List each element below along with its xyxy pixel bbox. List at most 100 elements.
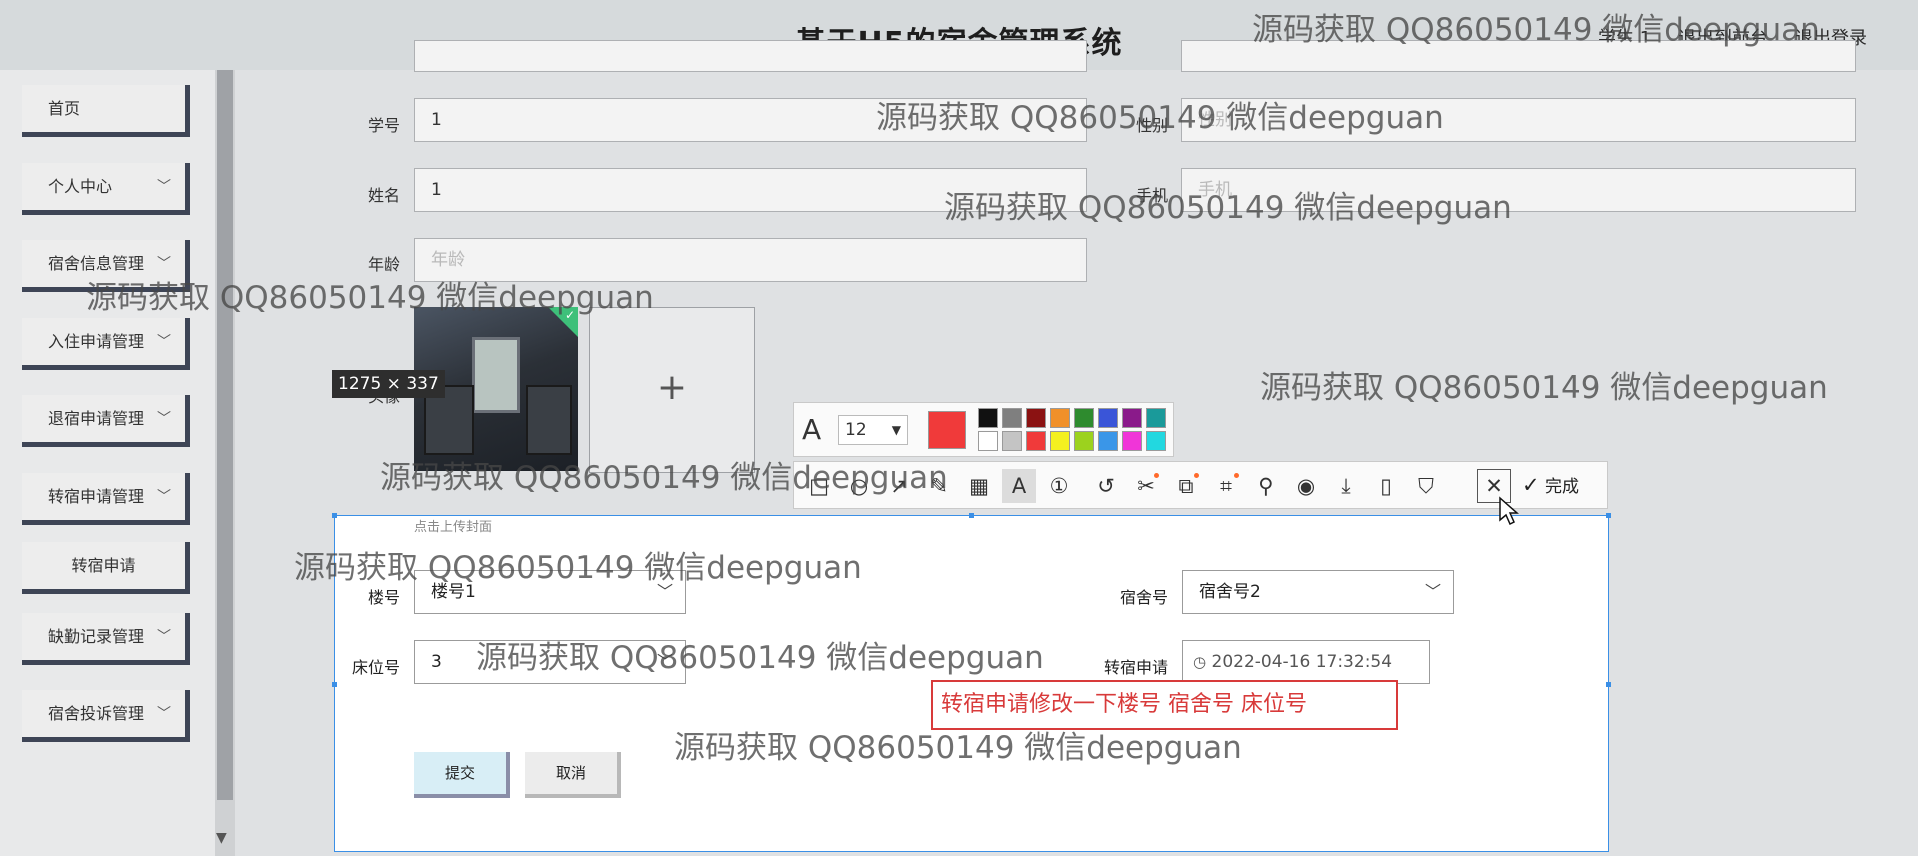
bed-label: 床位号 <box>352 658 401 677</box>
photo-window <box>472 337 520 413</box>
resize-handle[interactable] <box>969 513 974 518</box>
student-id-label: 学号 <box>367 116 400 135</box>
sidebar-item-label: 缺勤记录管理 <box>48 627 145 646</box>
cancel-button[interactable]: 取消 <box>525 752 621 798</box>
phone-icon[interactable]: ▯ <box>1369 469 1403 503</box>
submit-button[interactable]: 提交 <box>414 752 510 798</box>
upload-button[interactable]: + <box>589 307 755 473</box>
color-swatch[interactable] <box>978 408 998 428</box>
color-swatch[interactable] <box>1050 408 1070 428</box>
chevron-down-icon: ﹀ <box>157 706 171 722</box>
name-label: 姓名 <box>367 186 400 205</box>
watermark: 源码获取 QQ86050149 微信deepguan <box>476 640 1044 676</box>
watermark: 源码获取 QQ86050149 微信deepguan <box>674 730 1242 766</box>
scissors-icon[interactable]: ✂ <box>1129 469 1163 503</box>
building-label: 楼号 <box>368 588 401 607</box>
dropdown-arrow-icon: ▼ <box>891 423 901 437</box>
chevron-down-icon: ﹀ <box>157 334 171 350</box>
sidebar-item-label: 宿舍投诉管理 <box>48 704 145 723</box>
ocr-icon[interactable]: ⧉ <box>1169 469 1203 503</box>
plus-icon: + <box>656 367 688 408</box>
color-swatch[interactable] <box>1098 431 1118 451</box>
sidebar-item-transfer-mgmt[interactable]: 转宿申请管理 ﹀ <box>22 473 190 525</box>
room-select[interactable]: 宿舍号2 ﹀ <box>1182 570 1454 614</box>
chevron-down-icon: ﹀ <box>157 629 171 645</box>
mouse-cursor-icon <box>1499 496 1519 526</box>
sidebar-item-label: 首页 <box>48 99 81 118</box>
scan-icon[interactable]: ⌗ <box>1209 469 1243 503</box>
watermark: 源码获取 QQ86050149 微信deepguan <box>86 280 654 316</box>
mosaic-tool-icon[interactable]: ▦ <box>962 469 996 503</box>
photo-bed-right <box>526 385 572 455</box>
text-tool-icon[interactable]: A <box>1002 469 1036 503</box>
scroll-down-icon[interactable]: ▼ <box>216 830 227 846</box>
sidebar-item-label: 个人中心 <box>48 177 113 196</box>
top-field-partial[interactable] <box>414 40 1087 72</box>
color-swatch[interactable] <box>1074 431 1094 451</box>
current-color-swatch[interactable] <box>928 411 966 449</box>
done-label: 完成 <box>1545 477 1580 497</box>
sidebar-item-complaint[interactable]: 宿舍投诉管理 ﹀ <box>22 690 190 742</box>
color-swatch[interactable] <box>1026 408 1046 428</box>
color-swatch[interactable] <box>1146 431 1166 451</box>
sidebar-item-label: 宿舍信息管理 <box>48 254 145 273</box>
watermark: 源码获取 QQ86050149 微信deepguan <box>1252 12 1820 48</box>
color-swatch[interactable] <box>1026 431 1046 451</box>
watermark: 源码获取 QQ86050149 微信deepguan <box>944 190 1512 226</box>
watermark: 源码获取 QQ86050149 微信deepguan <box>380 460 948 496</box>
sidebar-item-label: 退宿申请管理 <box>48 409 145 428</box>
color-swatch[interactable] <box>1146 408 1166 428</box>
annotation-palette: A 12 ▼ <box>793 402 1174 457</box>
chevron-down-icon: ﹀ <box>157 411 171 427</box>
sidebar-item-label: 转宿申请 <box>71 556 136 575</box>
color-swatch[interactable] <box>1098 408 1118 428</box>
chevron-down-icon: ﹀ <box>1424 582 1441 601</box>
room-value: 宿舍号2 <box>1199 582 1261 602</box>
room-label: 宿舍号 <box>1120 588 1169 607</box>
color-swatch[interactable] <box>1002 408 1022 428</box>
color-swatch[interactable] <box>1050 431 1070 451</box>
number-tool-icon[interactable]: ① <box>1042 469 1076 503</box>
sidebar-item-label: 转宿申请管理 <box>48 487 145 506</box>
sidebar-item-profile[interactable]: 个人中心 ﹀ <box>22 163 190 215</box>
bookmark-icon[interactable]: ⛉ <box>1409 469 1443 503</box>
record-icon[interactable]: ◉ <box>1289 469 1323 503</box>
undo-icon[interactable]: ↺ <box>1089 469 1123 503</box>
color-swatch[interactable] <box>1122 431 1142 451</box>
resize-handle[interactable] <box>1606 513 1611 518</box>
sidebar-item-checkin[interactable]: 入住申请管理 ﹀ <box>22 318 190 370</box>
upload-hint: 点击上传封面 <box>414 520 493 535</box>
chevron-down-icon: ﹀ <box>157 179 171 195</box>
check-icon: ✓ <box>1522 473 1540 497</box>
transfer-label: 转宿申请 <box>1104 658 1169 677</box>
color-swatch[interactable] <box>1122 408 1142 428</box>
font-size-value: 12 <box>845 420 867 440</box>
sidebar-item-checkout[interactable]: 退宿申请管理 ﹀ <box>22 395 190 447</box>
sidebar-item-transfer-apply[interactable]: 转宿申请 <box>22 542 190 594</box>
clock-icon: ◷ <box>1193 653 1207 671</box>
resize-handle[interactable] <box>1606 682 1611 687</box>
color-swatch[interactable] <box>1074 408 1094 428</box>
done-button[interactable]: ✓ 完成 <box>1522 472 1579 497</box>
pin-icon[interactable]: ⚲ <box>1249 469 1283 503</box>
color-swatch[interactable] <box>1002 431 1022 451</box>
watermark: 源码获取 QQ86050149 微信deepguan <box>876 100 1444 136</box>
font-size-select[interactable]: 12 ▼ <box>838 415 908 445</box>
sidebar-scroll-thumb[interactable] <box>217 70 233 800</box>
transfer-date-value: 2022-04-16 17:32:54 <box>1211 652 1393 672</box>
selection-size-label: 1275 × 337 <box>332 370 445 398</box>
color-swatch[interactable] <box>978 431 998 451</box>
download-icon[interactable]: ⤓ <box>1329 469 1363 503</box>
watermark: 源码获取 QQ86050149 微信deepguan <box>294 550 862 586</box>
transfer-date-field[interactable]: ◷ 2022-04-16 17:32:54 <box>1182 640 1430 684</box>
chevron-down-icon: ﹀ <box>157 489 171 505</box>
resize-handle[interactable] <box>332 682 337 687</box>
sidebar-item-label: 入住申请管理 <box>48 332 145 351</box>
sidebar-item-home[interactable]: 首页 <box>22 85 190 137</box>
resize-handle[interactable] <box>332 513 337 518</box>
bed-value: 3 <box>431 652 442 672</box>
sidebar-item-absence[interactable]: 缺勤记录管理 ﹀ <box>22 613 190 665</box>
sidebar: 首页 个人中心 ﹀ 宿舍信息管理 ﹀ 入住申请管理 ﹀ 退宿申请管理 ﹀ 转宿申请管理 ﹀… <box>0 70 232 856</box>
watermark: 源码获取 QQ86050149 微信deepguan <box>1260 370 1828 406</box>
text-style-icon: A <box>802 413 822 446</box>
